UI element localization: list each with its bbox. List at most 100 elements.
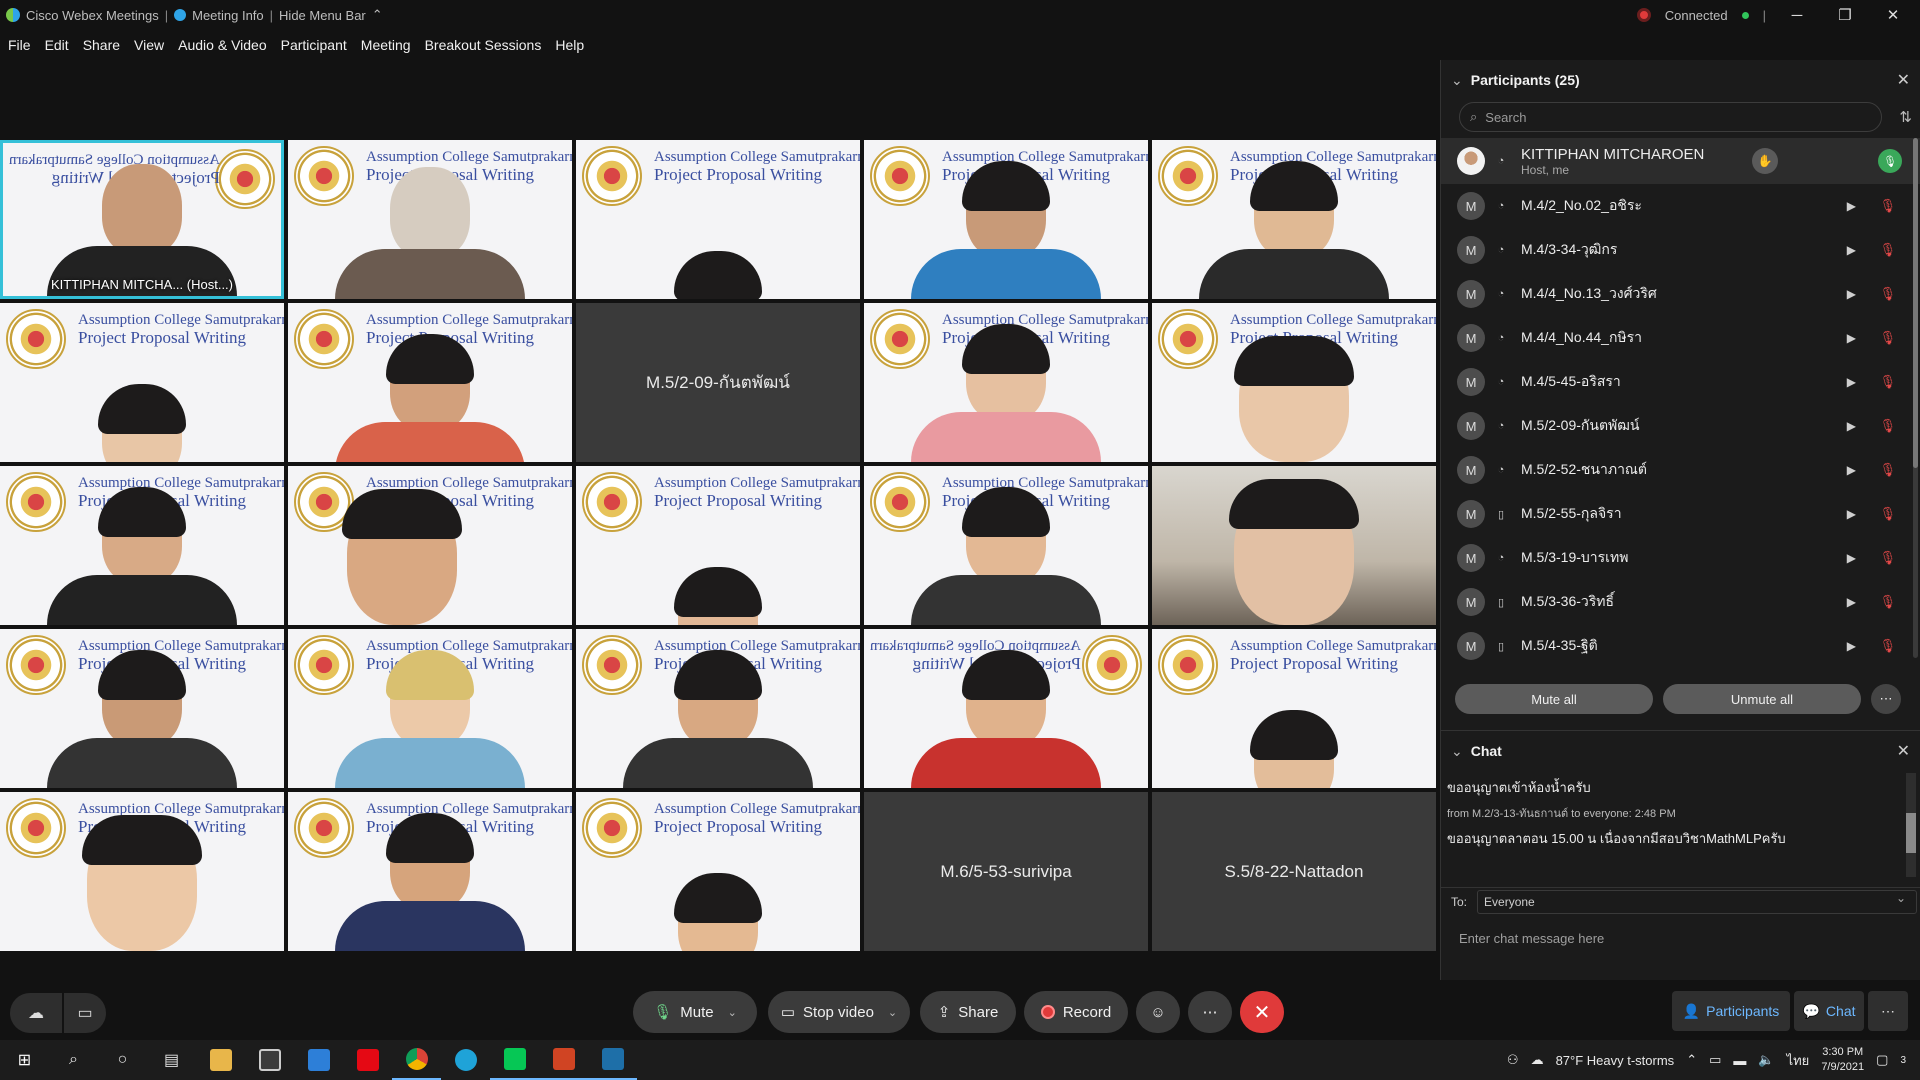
chat-scrollbar[interactable] — [1906, 773, 1916, 877]
chat-tab-button[interactable]: 💬 Chat — [1794, 991, 1864, 1031]
battery-icon[interactable]: ▬ — [1733, 1053, 1746, 1068]
video-tile[interactable]: Assumption College SamutprakarnProject P… — [0, 466, 284, 625]
edge-icon[interactable] — [441, 1040, 490, 1080]
meeting-info-button[interactable]: Meeting Info — [168, 8, 270, 23]
video-tile[interactable]: Assumption College SamutprakarnProject P… — [1152, 140, 1436, 299]
menu-audio-video[interactable]: Audio & Video — [178, 37, 266, 53]
line-icon[interactable] — [490, 1040, 539, 1080]
participant-search-input[interactable]: ⌕ Search — [1459, 102, 1882, 132]
video-tile[interactable]: Assumption College SamutprakarnProject P… — [864, 466, 1148, 625]
people-icon[interactable]: ⚇ — [1507, 1052, 1519, 1068]
video-tile[interactable]: Assumption College SamutprakarnProject P… — [288, 303, 572, 462]
volume-icon[interactable]: 🔈 — [1758, 1052, 1774, 1068]
video-tile[interactable]: Assumption College SamutprakarnProject P… — [0, 303, 284, 462]
unmute-all-button[interactable]: Unmute all — [1663, 684, 1861, 714]
microphone-muted-icon[interactable]: 🎙 — [1879, 550, 1896, 566]
notifications-icon[interactable]: ▢ — [1876, 1052, 1888, 1068]
video-tile[interactable]: Assumption College SamutprakarnProject P… — [288, 140, 572, 299]
participant-row[interactable]: M ◔ M.4/4_No.44_กษิรา ▶ 🎙 — [1441, 316, 1920, 360]
video-tile[interactable]: Assumption College SamutprakarnProject P… — [0, 629, 284, 788]
menu-file[interactable]: File — [8, 37, 31, 53]
task-view-icon[interactable]: ▤ — [147, 1040, 196, 1080]
menu-help[interactable]: Help — [555, 37, 584, 53]
menu-participant[interactable]: Participant — [281, 37, 347, 53]
microphone-muted-icon[interactable]: 🎙 — [1879, 506, 1896, 522]
chevron-down-icon[interactable]: ⌄ — [728, 1006, 737, 1019]
more-button[interactable]: ⋯ — [1188, 991, 1232, 1033]
video-tile[interactable]: Assumption College SamutprakarnProject P… — [576, 629, 860, 788]
close-window-button[interactable]: ✕ — [1876, 6, 1910, 24]
microphone-muted-icon[interactable]: 🎙 — [1879, 462, 1896, 478]
weather-text[interactable]: 87°F Heavy t-storms — [1556, 1053, 1675, 1068]
participant-row[interactable]: M ◔ M.5/2-52-ชนาภาณต์ ▶ 🎙 — [1441, 448, 1920, 492]
microphone-muted-icon[interactable]: 🎙 — [1879, 374, 1896, 390]
participant-row[interactable]: M ◔ M.4/4_No.13_วงศ์วริศ ▶ 🎙 — [1441, 272, 1920, 316]
menu-view[interactable]: View — [134, 37, 164, 53]
menu-share[interactable]: Share — [83, 37, 120, 53]
leave-meeting-button[interactable]: ✕ — [1240, 991, 1284, 1033]
collapse-chevron-icon[interactable]: ⌄ — [1451, 72, 1463, 89]
participant-row[interactable]: M ▯ M.5/4-35-ฐิติ ▶ 🎙 — [1441, 624, 1920, 668]
video-tile[interactable]: Assumption College SamutprakarnProject P… — [1152, 629, 1436, 788]
video-tile[interactable]: Assumption College SamutprakarnProject P… — [0, 792, 284, 951]
video-tile-host[interactable]: Assumption College SamutprakarnProject P… — [0, 140, 284, 299]
microphone-muted-icon[interactable]: 🎙 — [1879, 418, 1896, 434]
microphone-muted-icon[interactable]: 🎙 — [1879, 198, 1896, 214]
video-tile[interactable]: Assumption College SamutprakarnProject P… — [864, 140, 1148, 299]
clock[interactable]: 3:30 PM 7/9/2021 — [1821, 1045, 1864, 1075]
captions-icon[interactable]: ▭ — [64, 993, 106, 1033]
share-button[interactable]: ⇪ Share — [920, 991, 1016, 1033]
file-explorer-icon[interactable] — [196, 1040, 245, 1080]
netflix-icon[interactable] — [343, 1040, 392, 1080]
record-button[interactable]: Record — [1024, 991, 1128, 1033]
microphone-muted-icon[interactable]: 🎙 — [1879, 242, 1896, 258]
participant-row[interactable]: M ▯ M.5/3-36-วริทธิ์ ▶ 🎙 — [1441, 580, 1920, 624]
video-tile[interactable]: Assumption College SamutprakarnProject P… — [576, 466, 860, 625]
video-tile-name-only[interactable]: M.6/5-53-surivipa — [864, 792, 1148, 951]
restore-button[interactable]: ❐ — [1828, 6, 1862, 24]
stop-video-button[interactable]: ▭ Stop video ⌄ — [768, 991, 910, 1033]
reactions-button[interactable]: ☺ — [1136, 991, 1180, 1033]
participant-row[interactable]: M ◔ M.5/3-19-บารเทพ ▶ 🎙 — [1441, 536, 1920, 580]
participant-row-me[interactable]: ◔ KITTIPHAN MITCHAROEN Host, me ✋ 🎙 — [1441, 138, 1920, 184]
recipient-select[interactable]: Everyone — [1477, 889, 1918, 914]
participant-row[interactable]: M ◔ M.5/2-09-กันตพัฒน์ ▶ 🎙 — [1441, 404, 1920, 448]
microphone-muted-icon[interactable]: 🎙 — [1879, 638, 1896, 654]
chat-message-input[interactable]: Enter chat message here — [1441, 915, 1920, 962]
menu-edit[interactable]: Edit — [45, 37, 69, 53]
microphone-on-icon[interactable]: 🎙 — [1878, 149, 1902, 173]
chevron-down-icon[interactable]: ⌄ — [888, 1006, 897, 1019]
mute-all-button[interactable]: Mute all — [1455, 684, 1653, 714]
participant-row[interactable]: M ◔ M.4/5-45-อริสรา ▶ 🎙 — [1441, 360, 1920, 404]
more-panels-button[interactable]: ⋯ — [1868, 991, 1908, 1031]
more-options-button[interactable]: ⋯ — [1871, 684, 1901, 714]
video-tile[interactable]: Assumption College SamutprakarnProject P… — [288, 792, 572, 951]
collapse-chevron-icon[interactable]: ⌄ — [1451, 743, 1463, 760]
windows-start-icon[interactable]: ⊞ — [0, 1040, 49, 1080]
mail-icon[interactable] — [294, 1040, 343, 1080]
layout-icon[interactable]: ☁ — [10, 993, 62, 1033]
participant-list-scrollbar[interactable] — [1913, 138, 1918, 658]
sort-icon[interactable]: ⇅ — [1899, 108, 1912, 126]
store-icon[interactable] — [245, 1040, 294, 1080]
menu-meeting[interactable]: Meeting — [361, 37, 411, 53]
chevron-up-icon[interactable]: ⌃ — [1686, 1052, 1697, 1068]
video-tile[interactable]: Assumption College SamutprakarnProject P… — [576, 140, 860, 299]
microphone-muted-icon[interactable]: 🎙 — [1879, 594, 1896, 610]
participant-row[interactable]: M ▯ M.5/2-55-กุลจิรา ▶ 🎙 — [1441, 492, 1920, 536]
microphone-muted-icon[interactable]: 🎙 — [1879, 330, 1896, 346]
mute-button[interactable]: 🎙 Mute ⌄ — [633, 991, 757, 1033]
raise-hand-icon[interactable]: ✋ — [1752, 148, 1778, 174]
minimize-button[interactable]: ─ — [1780, 7, 1814, 24]
microphone-muted-icon[interactable]: 🎙 — [1879, 286, 1896, 302]
cortana-icon[interactable]: ○ — [98, 1040, 147, 1080]
participants-tab-button[interactable]: 👤 Participants — [1672, 991, 1790, 1031]
video-tile-name-only[interactable]: M.5/2-09-กันตพัฒน์ — [576, 303, 860, 462]
chrome-icon[interactable] — [392, 1040, 441, 1080]
powerpoint-icon[interactable] — [539, 1040, 588, 1080]
video-tile[interactable]: Assumption College SamutprakarnProject P… — [288, 629, 572, 788]
video-tile[interactable]: Assumption College SamutprakarnProject P… — [576, 792, 860, 951]
video-tile[interactable]: Assumption College SamutprakarnProject P… — [864, 629, 1148, 788]
video-tile-name-only[interactable]: S.5/8-22-Nattadon — [1152, 792, 1436, 951]
video-tile[interactable]: Assumption College SamutprakarnProject P… — [864, 303, 1148, 462]
